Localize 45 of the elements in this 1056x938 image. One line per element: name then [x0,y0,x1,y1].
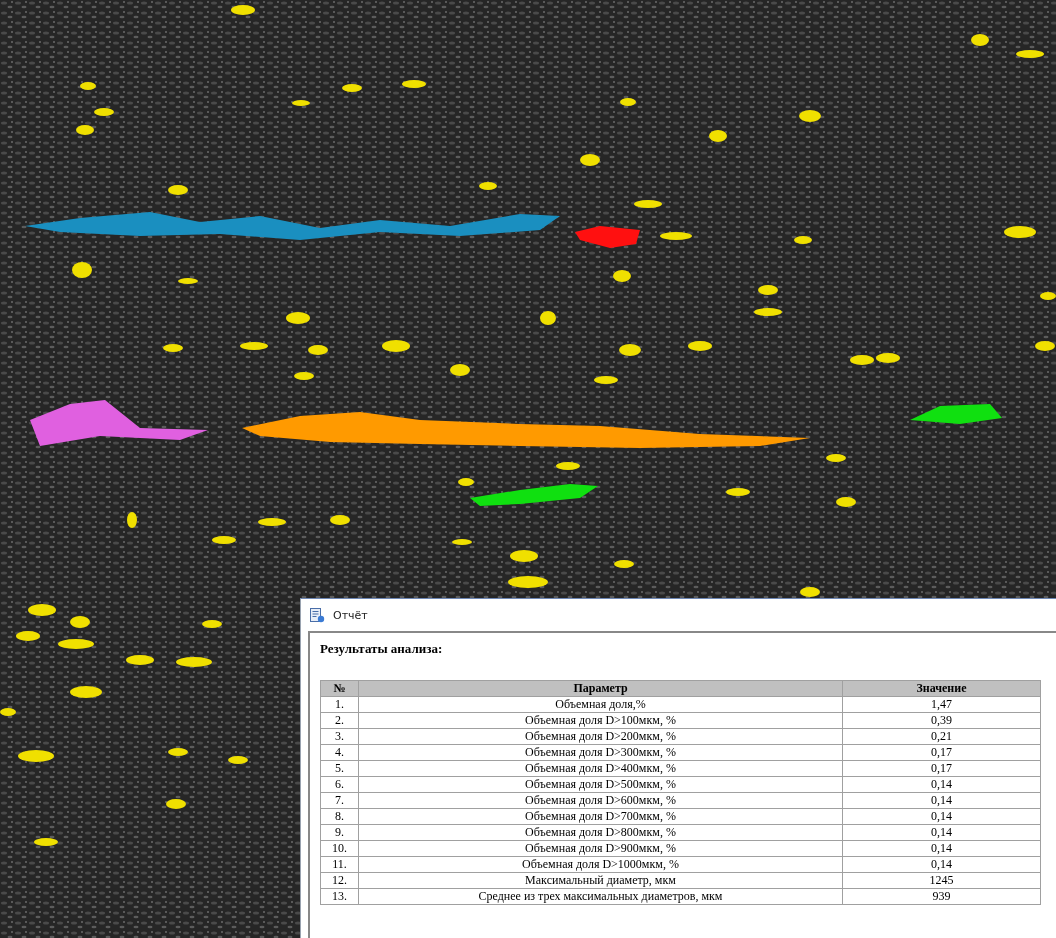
table-cell: Среднее из трех максимальных диаметров, мкм [358,888,843,905]
table-cell: 0,21 [842,728,1041,745]
table-cell: Объемная доля D>900мкм, % [358,840,843,857]
table-cell: 0,14 [842,776,1041,793]
table-cell: 10. [320,840,359,857]
table-cell: Объемная доля D>200мкм, % [358,728,843,745]
table-cell: 0,17 [842,744,1041,761]
table-cell: 0,17 [842,760,1041,777]
column-header: Параметр [358,680,843,697]
table-cell: 13. [320,888,359,905]
table-cell: 0,14 [842,824,1041,841]
table-cell: 1. [320,696,359,713]
table-cell: 4. [320,744,359,761]
table-cell: Объемная доля D>600мкм, % [358,792,843,809]
table-cell: Объемная доля D>1000мкм, % [358,856,843,873]
table-cell: 3. [320,728,359,745]
table-cell: 6. [320,776,359,793]
report-heading: Результаты анализа: [320,641,444,657]
table-cell: 11. [320,856,359,873]
table-cell: 1,47 [842,696,1041,713]
table-cell: 0,14 [842,808,1041,825]
table-cell: 7. [320,792,359,809]
table-cell: Объемная доля D>500мкм, % [358,776,843,793]
table-cell: Максимальный диаметр, мкм [358,872,843,889]
table-cell: 5. [320,760,359,777]
table-cell: Объемная доля,% [358,696,843,713]
table-cell: 2. [320,712,359,729]
table-cell: 0,39 [842,712,1041,729]
table-cell: Объемная доля D>100мкм, % [358,712,843,729]
table-cell: 8. [320,808,359,825]
table-cell: 1245 [842,872,1041,889]
table-cell: 12. [320,872,359,889]
column-header: Значение [842,680,1041,697]
table-cell: 9. [320,824,359,841]
table-cell: Объемная доля D>700мкм, % [358,808,843,825]
column-header: № [320,680,359,697]
table-cell: Объемная доля D>800мкм, % [358,824,843,841]
table-cell: 939 [842,888,1041,905]
table-cell: 0,14 [842,856,1041,873]
table-cell: Объемная доля D>400мкм, % [358,760,843,777]
table-cell: 0,14 [842,840,1041,857]
table-cell: 0,14 [842,792,1041,809]
table-cell: Объемная доля D>300мкм, % [358,744,843,761]
window-title: Отчёт [333,608,368,622]
report-icon [309,607,325,623]
